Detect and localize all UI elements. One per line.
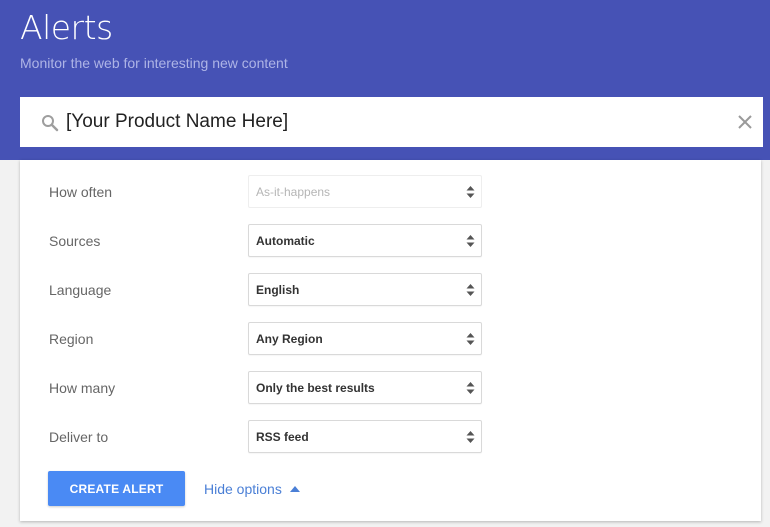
sources-select[interactable]: Automatic [248,224,482,257]
option-label: Sources [49,233,101,249]
select-value: RSS feed [256,430,309,444]
create-alert-button[interactable]: CREATE ALERT [48,471,185,506]
options-card: How often As-it-happens Sources Automati… [20,160,761,521]
updown-arrows-icon [466,431,475,443]
search-bar[interactable] [20,97,763,147]
option-row-deliver-to: Deliver to RSS feed [20,420,761,454]
header: Alerts Monitor the web for interesting n… [0,0,770,160]
option-label: Language [49,282,112,298]
updown-arrows-icon [466,186,475,198]
option-row-how-many: How many Only the best results [20,371,761,405]
search-icon [42,115,59,132]
language-select[interactable]: English [248,273,482,306]
close-icon[interactable] [737,114,753,130]
region-select[interactable]: Any Region [248,322,482,355]
hide-options-link[interactable]: Hide options [204,481,282,497]
select-value: Only the best results [256,381,375,395]
option-row-region: Region Any Region [20,322,761,356]
select-value: Any Region [256,332,323,346]
option-row-how-often: How often As-it-happens [20,175,761,209]
updown-arrows-icon [466,235,475,247]
option-row-sources: Sources Automatic [20,224,761,258]
page-title: Alerts [20,8,113,47]
caret-up-icon[interactable] [290,486,300,492]
select-value: Automatic [256,234,315,248]
updown-arrows-icon [466,284,475,296]
updown-arrows-icon [466,333,475,345]
select-value: As-it-happens [256,185,331,199]
select-value: English [256,283,300,297]
page-subtitle: Monitor the web for interesting new cont… [20,55,288,71]
updown-arrows-icon [466,382,475,394]
how-many-select[interactable]: Only the best results [248,371,482,404]
option-label: Region [49,331,94,347]
option-label: How often [49,184,113,200]
option-label: Deliver to [49,429,109,445]
deliver-to-select[interactable]: RSS feed [248,420,482,453]
search-input[interactable] [66,111,706,133]
option-row-language: Language English [20,273,761,307]
option-label: How many [49,380,116,396]
how-often-select[interactable]: As-it-happens [248,175,482,208]
